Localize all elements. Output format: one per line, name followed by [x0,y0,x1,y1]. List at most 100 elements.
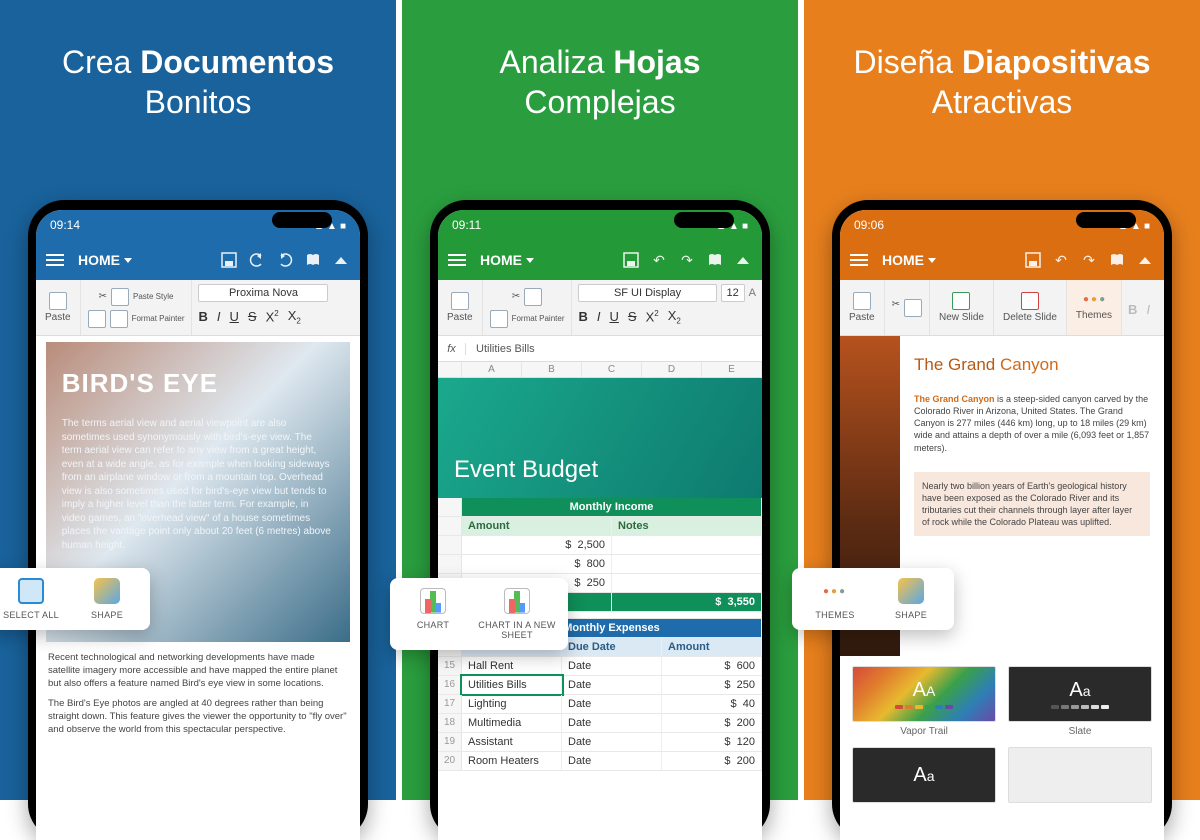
paste-style-button[interactable] [111,288,129,306]
slide-callout: Nearly two billion years of Earth's geol… [914,472,1150,537]
document-paragraph: Recent technological and networking deve… [48,652,348,690]
ribbon: Paste ✂Paste Style Format Painter Proxim… [36,280,360,336]
headline-documents: Crea Documentos Bonitos [44,0,352,122]
book-icon[interactable] [706,251,724,269]
bold-button[interactable]: B [1128,302,1137,317]
delete-slide-button[interactable]: Delete Slide [994,280,1067,335]
collapse-ribbon-icon[interactable] [1136,251,1154,269]
menu-icon[interactable] [448,259,466,261]
paste-button[interactable]: Paste [36,280,81,335]
select-all-button[interactable]: SELECT ALL [0,578,62,620]
copy-icon[interactable] [524,288,542,306]
redo-icon[interactable]: ↷ [1080,251,1098,269]
headline-slides: Diseña Diapositivas Atractivas [835,0,1168,122]
app-bar: HOME ↶ ↷ [438,240,762,280]
paste-button[interactable]: Paste [438,280,483,335]
theme-card[interactable] [1008,747,1152,803]
camera-notch [674,212,734,228]
panel-sheets: Analiza Hojas Complejas 09:11 ▲▲■ HOME ↶… [396,0,798,800]
save-icon[interactable] [1024,251,1042,269]
formula-value: Utilities Bills [466,343,535,355]
font-selector[interactable]: SF UI Display [578,284,716,302]
camera-notch [1076,212,1136,228]
redo-icon[interactable]: ↷ [678,251,696,269]
app-bar: HOME [36,240,360,280]
income-header: Monthly Income [462,498,762,516]
table-row: 17LightingDate$ 40 [438,695,762,714]
table-row: 20Room HeatersDate$ 200 [438,752,762,771]
italic-button[interactable]: I [1146,302,1150,317]
new-slide-button[interactable]: New Slide [930,280,994,335]
document-paragraph: The terms aerial view and aerial viewpoi… [62,417,335,552]
ribbon: Paste ✂ Format Painter SF UI Display 12 … [438,280,762,336]
save-icon[interactable] [622,251,640,269]
underline-button[interactable]: U [610,309,619,324]
status-time: 09:11 [452,218,481,232]
copy-icon[interactable] [88,310,106,328]
format-painter-button[interactable] [110,310,128,328]
strike-button[interactable]: S [248,309,257,324]
status-time: 09:06 [854,218,884,232]
collapse-ribbon-icon[interactable] [734,251,752,269]
table-row: 18MultimediaDate$ 200 [438,714,762,733]
underline-button[interactable]: U [230,309,239,324]
superscript-button[interactable]: X2 [646,309,659,324]
menu-icon[interactable] [46,259,64,261]
panel-documents: Crea Documentos Bonitos 09:14 ▲▲■ HOME [0,0,396,800]
home-tab[interactable]: HOME [882,252,936,268]
book-icon[interactable] [1108,251,1126,269]
phone-frame-slides: 09:06 ▲▲■ HOME ↶ ↷ Paste ✂ [832,200,1172,840]
format-painter-button[interactable] [490,310,508,328]
cut-icon[interactable]: ✂ [99,291,107,302]
cut-icon[interactable]: ✂ [892,299,900,317]
book-icon[interactable] [304,251,322,269]
panel-slides: Diseña Diapositivas Atractivas 09:06 ▲▲■… [798,0,1200,800]
headline-sheets: Analiza Hojas Complejas [482,0,719,122]
shape-button[interactable]: SHAPE [880,578,942,620]
phone-frame-documents: 09:14 ▲▲■ HOME Paste ✂Paste Style [28,200,368,840]
paste-button[interactable]: Paste [840,280,885,335]
chart-button[interactable]: CHART [402,588,464,640]
formula-bar[interactable]: fx Utilities Bills [438,336,762,362]
undo-icon[interactable] [248,251,266,269]
document-title: BIRD'S EYE [62,366,335,401]
theme-gallery: AA Vapor Trail Aa Slate [840,656,1164,747]
fx-icon: fx [438,343,466,355]
home-tab[interactable]: HOME [78,252,132,268]
table-row: 19AssistantDate$ 120 [438,733,762,752]
status-time: 09:14 [50,218,80,232]
theme-card[interactable]: AA Vapor Trail [852,666,996,737]
shape-button[interactable]: SHAPE [76,578,138,620]
table-row: 16Utilities BillsDate$ 250 [438,676,762,695]
themes-button[interactable]: THEMES [804,578,866,620]
chart-new-sheet-button[interactable]: CHART IN A NEW SHEET [478,588,556,640]
redo-icon[interactable] [276,251,294,269]
home-tab[interactable]: HOME [480,252,534,268]
quick-actions-card: CHART CHART IN A NEW SHEET [390,578,568,650]
slide-title: The Grand Canyon [914,354,1150,377]
bold-button[interactable]: B [578,309,587,324]
subscript-button[interactable]: X2 [288,308,301,326]
menu-icon[interactable] [850,259,868,261]
quick-actions-card: SELECT ALL SHAPE [0,568,150,630]
camera-notch [272,212,332,228]
strike-button[interactable]: S [628,309,637,324]
undo-icon[interactable]: ↶ [650,251,668,269]
caret-down-icon [124,258,132,263]
subscript-button[interactable]: X2 [668,308,681,326]
superscript-button[interactable]: X2 [266,309,279,324]
italic-button[interactable]: I [217,309,221,324]
font-grow-icon[interactable]: A [749,287,756,299]
undo-icon[interactable]: ↶ [1052,251,1070,269]
cut-icon[interactable]: ✂ [512,291,520,302]
themes-button[interactable]: Themes [1067,280,1122,335]
theme-card[interactable]: Aa [852,747,996,803]
bold-button[interactable]: B [198,309,207,324]
copy-icon[interactable] [904,299,922,317]
theme-card[interactable]: Aa Slate [1008,666,1152,737]
font-selector[interactable]: Proxima Nova [198,284,328,302]
italic-button[interactable]: I [597,309,601,324]
font-size-selector[interactable]: 12 [721,284,745,302]
save-icon[interactable] [220,251,238,269]
collapse-ribbon-icon[interactable] [332,251,350,269]
